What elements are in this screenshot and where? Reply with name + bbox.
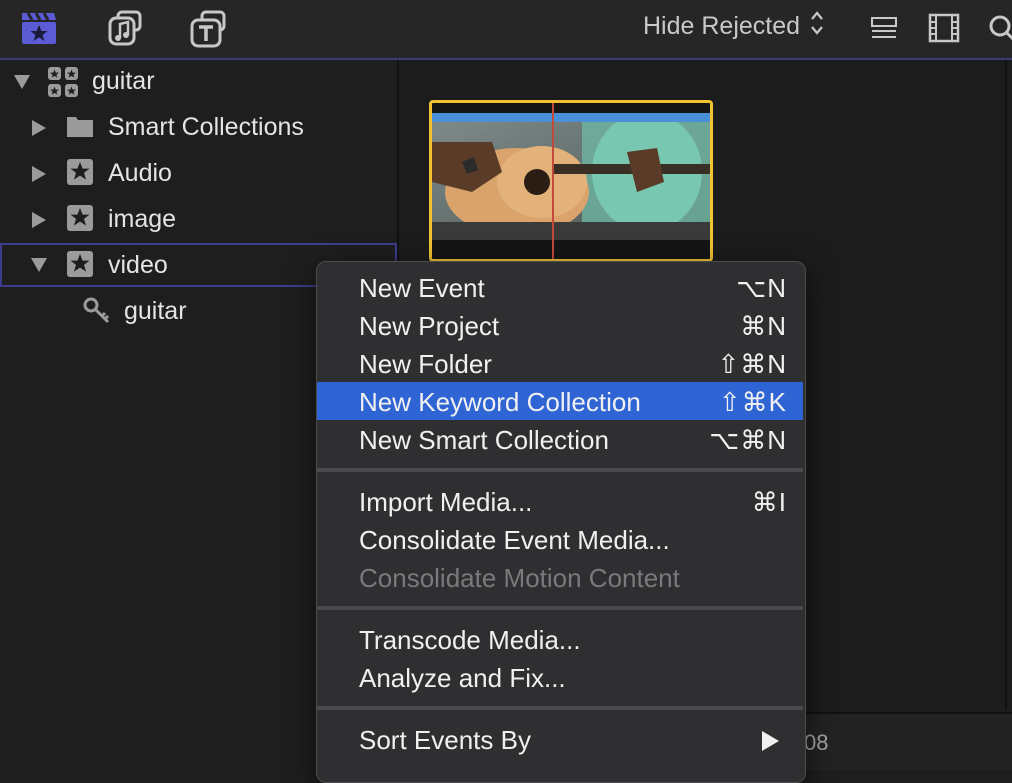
menu-item-new-event[interactable]: New Event ⌥N (317, 268, 803, 306)
disclosure-right-icon[interactable] (32, 120, 46, 136)
menu-item-shortcut: ⌥⌘N (709, 425, 787, 455)
clip-keyword-bar (432, 113, 710, 122)
menu-item-label: Consolidate Motion Content (359, 563, 680, 593)
menu-item-import-media[interactable]: Import Media... ⌘I (317, 482, 803, 520)
guitar-video-frame (432, 122, 710, 240)
sidebar-item-label: Audio (108, 159, 172, 187)
menu-item-label: Consolidate Event Media... (359, 525, 670, 555)
sidebar-item-label: video (108, 251, 168, 279)
sidebar-item-label: Smart Collections (108, 113, 304, 141)
menu-item-new-keyword-collection[interactable]: New Keyword Collection ⇧⌘K (317, 382, 803, 420)
filter-label: Hide Rejected (643, 12, 801, 40)
skimmer-playhead (552, 103, 554, 259)
disclosure-right-icon[interactable] (32, 166, 46, 182)
sidebar-item-smart-collections[interactable]: Smart Collections (0, 106, 397, 150)
menu-item-label: Import Media... (359, 487, 533, 517)
event-star-icon (66, 204, 94, 239)
menu-separator (317, 706, 803, 710)
menu-item-shortcut: ⇧⌘N (717, 349, 787, 379)
menu-item-label: New Keyword Collection (359, 387, 641, 417)
folder-icon (66, 114, 94, 145)
menu-item-consolidate-event-media[interactable]: Consolidate Event Media... (317, 520, 803, 558)
menu-separator (317, 606, 803, 610)
menu-item-consolidate-motion-content: Consolidate Motion Content (317, 558, 803, 596)
disclosure-down-icon[interactable] (31, 258, 47, 272)
keyword-icon (82, 296, 112, 333)
menu-separator (317, 468, 803, 472)
menu-item-new-project[interactable]: New Project ⌘N (317, 306, 803, 344)
menu-item-shortcut: ⌥N (736, 273, 787, 303)
menu-item-shortcut: ⌘N (740, 311, 787, 341)
menu-item-analyze-and-fix[interactable]: Analyze and Fix... (317, 658, 803, 696)
event-star-icon (66, 250, 94, 285)
toolbar: Hide Rejected (0, 0, 1012, 60)
browser-divider (1005, 60, 1007, 710)
disclosure-right-icon[interactable] (32, 212, 46, 228)
filmstrip-icon[interactable] (928, 13, 960, 48)
menu-item-label: New Project (359, 311, 500, 341)
context-menu: New Event ⌥N New Project ⌘N New Folder ⇧… (316, 261, 806, 783)
menu-item-sort-events-by[interactable]: Sort Events By (317, 720, 803, 758)
sidebar-item-label: image (108, 205, 177, 233)
menu-item-label: Transcode Media... (359, 625, 581, 655)
event-star-icon (66, 158, 94, 193)
menu-item-label: Analyze and Fix... (359, 663, 566, 693)
sidebar-item-audio[interactable]: Audio (0, 152, 397, 196)
menu-item-new-folder[interactable]: New Folder ⇧⌘N (317, 344, 803, 382)
menu-item-label: New Event (359, 273, 485, 303)
search-icon[interactable] (988, 14, 1012, 47)
sidebar-item-label: guitar (124, 297, 187, 325)
submenu-arrow-icon (762, 731, 779, 751)
sidebar-item-label: guitar (92, 67, 155, 95)
sidebar-item-guitar-library[interactable]: guitar (0, 60, 397, 104)
clip-appearance-icon[interactable] (870, 16, 898, 45)
status-text: 08 (804, 730, 829, 755)
hide-rejected-filter[interactable]: Hide Rejected (643, 10, 824, 43)
photos-audio-icon[interactable] (104, 10, 144, 53)
video-clip-thumbnail[interactable] (429, 100, 713, 262)
menu-item-transcode-media[interactable]: Transcode Media... (317, 620, 803, 658)
titles-generators-icon[interactable] (188, 10, 228, 53)
libraries-clapper-icon[interactable] (20, 10, 58, 51)
chevron-updown-icon (810, 10, 824, 43)
menu-item-new-smart-collection[interactable]: New Smart Collection ⌥⌘N (317, 420, 803, 458)
menu-item-label: New Folder (359, 349, 492, 379)
menu-item-label: New Smart Collection (359, 425, 609, 455)
sidebar-item-image[interactable]: image (0, 198, 397, 242)
disclosure-down-icon[interactable] (14, 75, 30, 89)
library-icon (47, 66, 79, 105)
menu-item-label: Sort Events By (359, 725, 531, 755)
menu-item-shortcut: ⌘I (751, 487, 787, 517)
menu-item-shortcut: ⇧⌘K (718, 387, 787, 417)
